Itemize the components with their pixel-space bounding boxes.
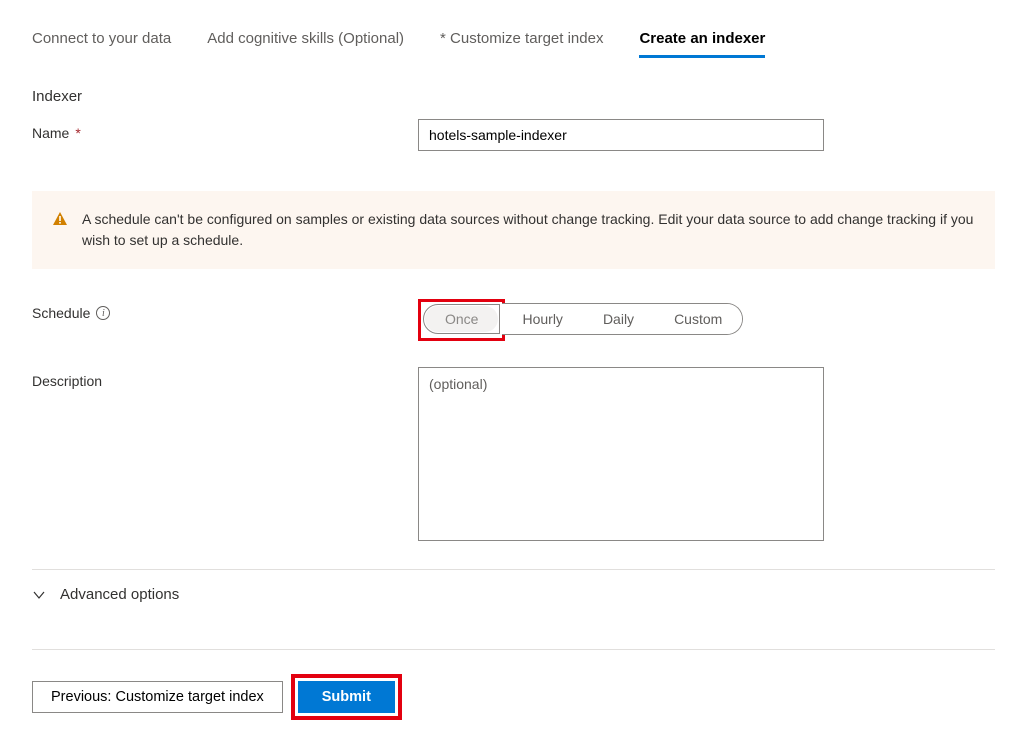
tab-cognitive-skills[interactable]: Add cognitive skills (Optional)	[207, 30, 404, 58]
advanced-options-label: Advanced options	[60, 586, 179, 603]
previous-button[interactable]: Previous: Customize target index	[32, 681, 283, 713]
section-title: Indexer	[32, 88, 995, 105]
description-input[interactable]	[418, 367, 824, 541]
tab-connect-data[interactable]: Connect to your data	[32, 30, 171, 58]
highlight-submit: Submit	[291, 674, 402, 720]
chevron-down-icon	[32, 588, 46, 602]
warning-icon	[52, 211, 68, 230]
tab-customize-index[interactable]: * Customize target index	[440, 30, 603, 58]
description-label: Description	[32, 367, 418, 389]
warning-text: A schedule can't be configured on sample…	[82, 209, 975, 251]
info-icon[interactable]: i	[96, 306, 110, 320]
name-input[interactable]	[418, 119, 824, 151]
tab-create-indexer[interactable]: Create an indexer	[639, 30, 765, 58]
schedule-option-custom[interactable]: Custom	[654, 304, 742, 334]
schedule-label: Schedule i	[32, 299, 418, 321]
required-indicator: *	[75, 125, 80, 141]
row-description: Description	[32, 367, 995, 541]
name-label: Name*	[32, 119, 418, 141]
wizard-tabs: Connect to your data Add cognitive skill…	[32, 30, 995, 58]
schedule-option-daily[interactable]: Daily	[583, 304, 654, 334]
footer-bar: Previous: Customize target index Submit	[32, 649, 995, 720]
schedule-option-once[interactable]: Once	[425, 306, 498, 332]
schedule-warning-box: A schedule can't be configured on sample…	[32, 191, 995, 269]
advanced-options-toggle[interactable]: Advanced options	[32, 569, 995, 603]
row-schedule: Schedule i Once Hourly Daily Custom	[32, 299, 995, 341]
schedule-option-hourly[interactable]: Hourly	[502, 304, 582, 334]
highlight-once: Once	[418, 299, 505, 341]
submit-button[interactable]: Submit	[298, 681, 395, 713]
row-name: Name*	[32, 119, 995, 151]
